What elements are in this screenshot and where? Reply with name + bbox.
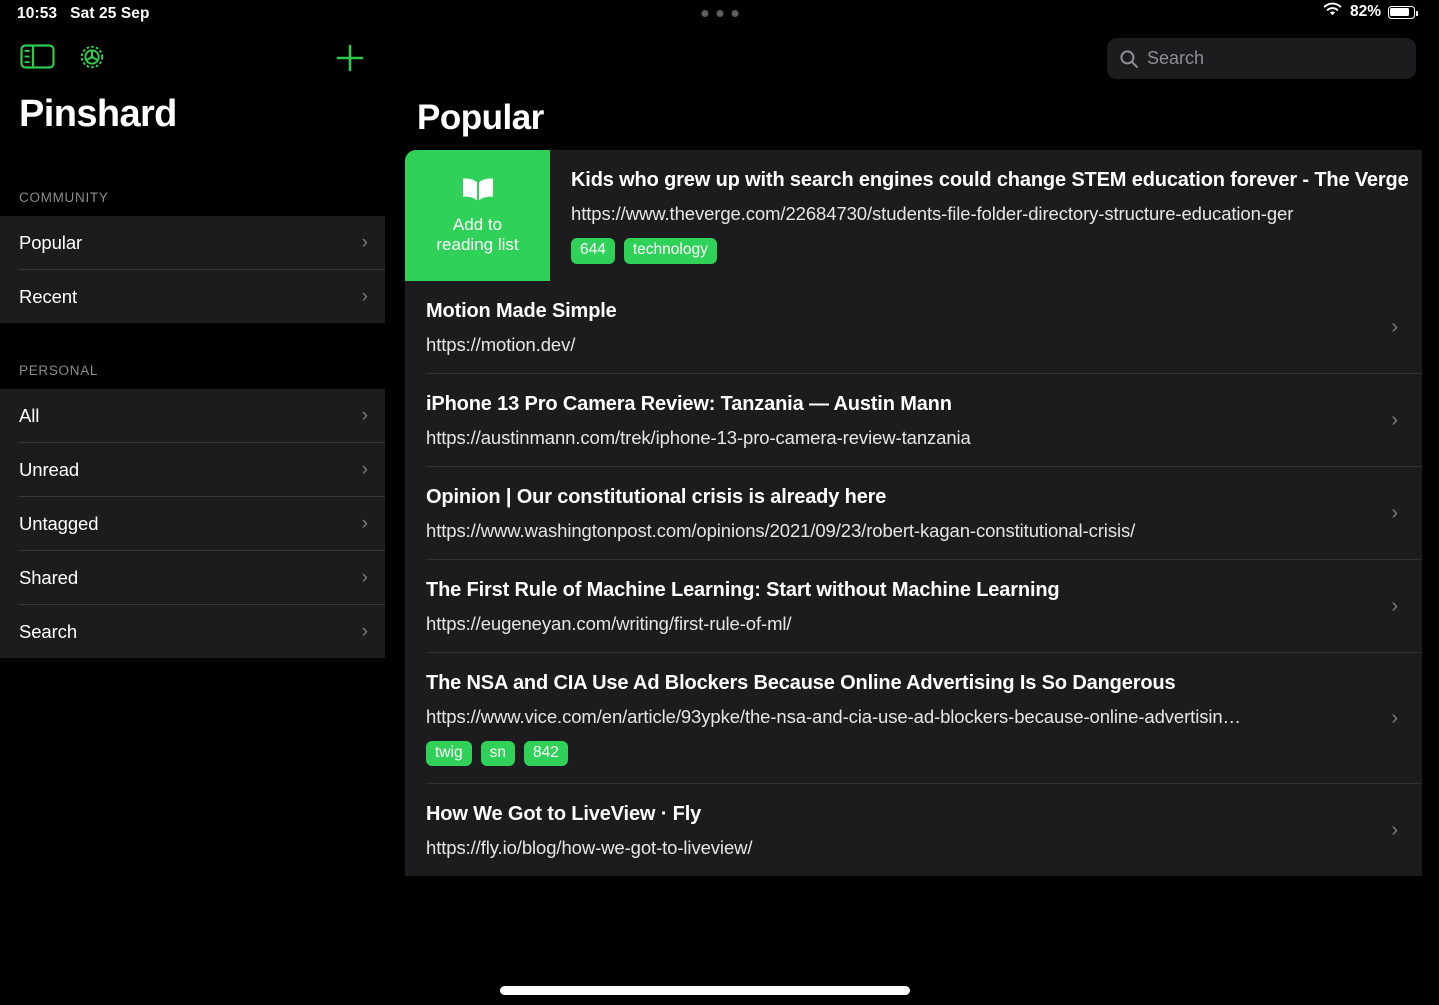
chevron-right-icon: ›	[1391, 819, 1398, 842]
sidebar-group: All › Unread › Untagged › Shared › Searc…	[0, 389, 385, 658]
sidebar-item-label: Recent	[19, 285, 78, 307]
battery-fill	[1390, 7, 1409, 17]
sidebar-group: Popular › Recent ›	[0, 216, 385, 323]
chevron-right-icon: ›	[1391, 706, 1398, 729]
bookmark-url: https://motion.dev/	[426, 333, 576, 355]
bookmark-title: Motion Made Simple	[426, 299, 617, 322]
bookmark-url: https://fly.io/blog/how-we-got-to-livevi…	[426, 837, 753, 859]
sidebar-item-all[interactable]: All ›	[0, 389, 385, 442]
content-right-gutter	[1422, 0, 1439, 1005]
sidebar-toolbar	[0, 42, 385, 78]
search-icon	[1119, 49, 1139, 69]
bookmark-body: The First Rule of Machine Learning: Star…	[405, 560, 1422, 652]
tag-badge[interactable]: technology	[623, 238, 717, 264]
status-left: 10:53 Sat 25 Sep	[17, 5, 150, 23]
battery-percent: 82%	[1349, 3, 1381, 20]
sidebar-item-untagged[interactable]: Untagged ›	[0, 497, 385, 550]
battery-icon	[1388, 5, 1418, 19]
chevron-right-icon: ›	[1391, 594, 1398, 617]
bookmark-row[interactable]: iPhone 13 Pro Camera Review: Tanzania — …	[405, 373, 1422, 466]
sidebar-item-popular[interactable]: Popular ›	[0, 216, 385, 269]
sidebar-section-personal: PERSONAL All › Unread › Untagged › Share…	[0, 363, 385, 658]
sidebar-item-label: Untagged	[19, 512, 99, 534]
content-pane: Search Popular Add to reading list Kids w…	[405, 0, 1439, 1005]
add-to-reading-list-button[interactable]: Add to reading list	[405, 150, 550, 281]
bookmark-body: Motion Made Simple https://motion.dev/ ›	[405, 281, 1422, 373]
app-title: Pinshard	[19, 93, 177, 135]
bookmark-row[interactable]: The First Rule of Machine Learning: Star…	[405, 559, 1422, 652]
bookmark-body: Kids who grew up with search engines cou…	[550, 150, 1422, 281]
sidebar-item-label: Unread	[19, 458, 80, 480]
bookmark-title: Opinion | Our constitutional crisis is a…	[426, 485, 887, 508]
chevron-right-icon: ›	[361, 405, 368, 426]
tag-badge[interactable]: sn	[480, 740, 515, 767]
chevron-right-icon: ›	[361, 567, 368, 588]
bookmark-tags: twig sn 842	[426, 740, 1422, 767]
bookmark-list: Add to reading list Kids who grew up with…	[405, 150, 1422, 877]
bookmark-title: iPhone 13 Pro Camera Review: Tanzania — …	[426, 392, 952, 415]
status-date: Sat 25 Sep	[70, 5, 150, 22]
page-title: Popular	[417, 98, 544, 137]
search-input[interactable]: Search	[1107, 38, 1416, 79]
app-screen: 10:53 Sat 25 Sep 82% Pinshard COMMUNITY …	[0, 0, 1439, 1005]
bookmark-row[interactable]: Motion Made Simple https://motion.dev/ ›	[405, 280, 1422, 373]
sidebar-item-recent[interactable]: Recent ›	[0, 270, 385, 323]
gear-icon[interactable]	[75, 40, 109, 79]
sidebar-item-unread[interactable]: Unread ›	[0, 443, 385, 496]
dot	[731, 10, 738, 17]
bookmark-title: Kids who grew up with search engines cou…	[571, 169, 1409, 191]
plus-icon[interactable]	[333, 41, 367, 80]
book-icon	[460, 175, 496, 208]
chevron-right-icon: ›	[361, 286, 368, 307]
search-placeholder: Search	[1147, 48, 1205, 68]
bookmark-row[interactable]: How We Got to LiveView · Fly https://fly…	[405, 784, 1422, 877]
sidebar-item-label: Shared	[19, 566, 79, 588]
bookmark-title: The NSA and CIA Use Ad Blockers Because …	[426, 671, 1176, 694]
sidebar-toggle-icon[interactable]	[20, 42, 55, 76]
chevron-right-icon: ›	[361, 621, 368, 642]
chevron-right-icon: ›	[1391, 315, 1398, 338]
sidebar-section-community: COMMUNITY Popular › Recent ›	[0, 190, 385, 323]
bookmark-row[interactable]: Add to reading list Kids who grew up with…	[405, 150, 1422, 281]
sidebar-item-label: Search	[19, 620, 78, 642]
sidebar-section-header: PERSONAL	[19, 363, 99, 378]
dot	[716, 10, 723, 17]
chevron-right-icon: ›	[361, 513, 368, 534]
status-right: 82%	[1322, 2, 1418, 22]
sidebar-item-search[interactable]: Search ›	[0, 605, 385, 658]
bookmark-body: iPhone 13 Pro Camera Review: Tanzania — …	[405, 374, 1422, 466]
chevron-right-icon: ›	[1391, 501, 1398, 524]
tag-badge[interactable]: 644	[571, 238, 615, 264]
chevron-right-icon: ›	[361, 232, 368, 253]
sidebar-item-label: All	[19, 404, 40, 426]
bookmark-url: https://austinmann.com/trek/iphone-13-pr…	[426, 426, 971, 448]
sidebar-item-shared[interactable]: Shared ›	[0, 551, 385, 604]
bookmark-tags: 644 technology	[571, 238, 1422, 264]
multitasking-dots-icon[interactable]	[701, 10, 738, 17]
chevron-right-icon: ›	[1391, 408, 1398, 431]
home-indicator[interactable]	[500, 986, 910, 995]
dot	[701, 10, 708, 17]
bookmark-body: Opinion | Our constitutional crisis is a…	[405, 467, 1422, 559]
sidebar-item-label: Popular	[19, 231, 83, 253]
bookmark-url: https://www.vice.com/en/article/93ypke/t…	[426, 705, 1241, 727]
status-bar: 10:53 Sat 25 Sep 82%	[0, 0, 1439, 28]
swipe-action-label: Add to reading list	[436, 214, 519, 255]
bookmark-url: https://www.washingtonpost.com/opinions/…	[426, 519, 1136, 541]
bookmark-body: How We Got to LiveView · Fly https://fly…	[405, 784, 1422, 876]
bookmark-body: The NSA and CIA Use Ad Blockers Because …	[405, 653, 1422, 784]
status-time: 10:53	[17, 5, 58, 22]
sidebar-section-header: COMMUNITY	[19, 190, 109, 205]
bookmark-title: How We Got to LiveView · Fly	[426, 803, 702, 826]
tag-badge[interactable]: twig	[426, 740, 472, 767]
sidebar: Pinshard COMMUNITY Popular › Recent › PE…	[0, 0, 385, 1005]
wifi-icon	[1322, 2, 1343, 22]
bookmark-row[interactable]: Opinion | Our constitutional crisis is a…	[405, 466, 1422, 559]
tag-badge[interactable]: 842	[523, 740, 568, 767]
chevron-right-icon: ›	[361, 459, 368, 480]
bookmark-row[interactable]: The NSA and CIA Use Ad Blockers Because …	[405, 652, 1422, 784]
bookmark-url: https://www.theverge.com/22684730/studen…	[571, 203, 1294, 224]
bookmark-title: The First Rule of Machine Learning: Star…	[426, 578, 1060, 601]
bookmark-url: https://eugeneyan.com/writing/first-rule…	[426, 612, 792, 634]
